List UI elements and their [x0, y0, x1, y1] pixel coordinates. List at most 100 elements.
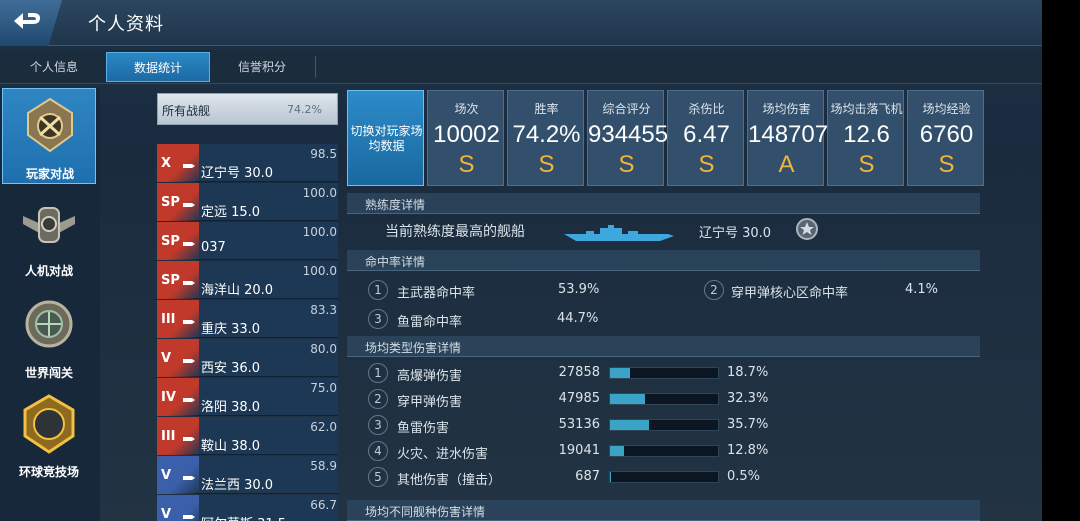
ship-list-item[interactable]: III 重庆 33.0 83.3: [157, 300, 338, 338]
hit-rate-value: 4.1%: [905, 282, 939, 297]
ship-type-icon: [183, 515, 195, 519]
arena-emblem-icon: [23, 394, 75, 454]
ship-list-item[interactable]: III 鞍山 38.0 62.0: [157, 417, 338, 455]
profile-screen: 个人资料 个人信息 数据统计 信誉积分 玩家对战 人机对战 世界闯关 环球竞技场…: [0, 0, 1042, 521]
ship-name: 定远 15.0: [201, 205, 261, 220]
stat-grade: S: [458, 151, 475, 178]
ship-tier: IV: [161, 390, 176, 405]
ship-list-item[interactable]: SP 海洋山 20.0 100.0: [157, 261, 338, 299]
stat-value: 10002: [433, 121, 500, 148]
proficiency-section-header: 熟练度详情: [347, 193, 980, 214]
index-badge: 4: [368, 441, 388, 461]
switch-stats-label: 切换对玩家场均数据: [350, 124, 423, 153]
damage-bar-fill: [610, 368, 630, 378]
index-badge: 5: [368, 467, 388, 487]
stat-label: 场均击落飞机: [830, 102, 903, 116]
stat-card: 杀伤比 6.47 S: [667, 90, 744, 186]
ship-type-icon: [183, 203, 195, 207]
ship-tier: SP: [161, 195, 180, 210]
tab-statistics[interactable]: 数据统计: [106, 52, 210, 82]
top-proficiency-ship: 辽宁号 30.0: [699, 226, 772, 241]
ship-list-item[interactable]: SP 定远 15.0 100.0: [157, 183, 338, 221]
switch-stats-button[interactable]: 切换对玩家场均数据: [347, 90, 424, 186]
ship-type-icon: [183, 398, 195, 402]
damage-bar-fill: [610, 472, 611, 482]
stat-value: 74.2%: [512, 121, 581, 148]
ship-list-item[interactable]: X 辽宁号 30.0 98.5: [157, 144, 338, 182]
ship-proficiency: 83.3: [310, 303, 337, 317]
mode-pve[interactable]: 人机对战: [2, 188, 96, 284]
tab-bar: 个人信息 数据统计 信誉积分: [0, 50, 1042, 84]
world-emblem-icon: [25, 300, 73, 348]
damage-bar: [609, 367, 719, 379]
ship-list-item[interactable]: V 阿尔莫斯 31.5 66.7: [157, 495, 338, 521]
mode-pvp[interactable]: 玩家对战: [2, 88, 96, 184]
ship-type-icon: [183, 476, 195, 480]
hit-rate-label: 穿甲弹核心区命中率: [731, 286, 849, 301]
ship-name: 法兰西 30.0: [201, 478, 274, 493]
stat-label: 场均伤害: [762, 102, 811, 116]
index-badge: 3: [368, 309, 388, 329]
index-badge: 1: [368, 363, 388, 383]
ship-proficiency: 75.0: [310, 381, 337, 395]
ship-tier: III: [161, 429, 176, 444]
pvp-emblem-icon: [27, 97, 73, 153]
ship-tier: V: [161, 351, 172, 366]
ship-tier: V: [161, 468, 172, 483]
hit-rate-value: 44.7%: [557, 311, 599, 326]
damage-pct: 32.3%: [727, 391, 769, 406]
ship-silhouette-icon: [564, 225, 674, 241]
all-ships-pct: 74.2%: [287, 103, 322, 116]
pve-emblem-icon: [23, 207, 75, 243]
damage-value: 47985: [558, 391, 600, 406]
stat-label: 杀伤比: [688, 102, 725, 116]
index-badge: 2: [704, 280, 724, 300]
ship-list-item[interactable]: IV 洛阳 38.0 75.0: [157, 378, 338, 416]
damage-type-section-header: 场均类型伤害详情: [347, 336, 980, 357]
header-bar: 个人资料: [0, 0, 1042, 46]
mode-label: 人机对战: [24, 264, 73, 278]
ship-type-icon: [183, 359, 195, 363]
mode-world-campaign[interactable]: 世界闯关: [2, 288, 96, 384]
damage-pct: 18.7%: [727, 365, 769, 380]
ship-name: 西安 36.0: [201, 361, 261, 376]
damage-type-label: 火灾、进水伤害: [397, 447, 489, 462]
ship-name: 阿尔莫斯 31.5: [201, 513, 286, 521]
stat-card: 综合评分 934455 S: [587, 90, 668, 186]
stat-label: 场次: [454, 102, 479, 116]
stat-grade: S: [698, 151, 715, 178]
stat-value: 6760: [919, 121, 974, 148]
damage-bar: [609, 471, 719, 483]
tab-personal-info[interactable]: 个人信息: [2, 52, 106, 82]
all-ships-header[interactable]: 所有战舰 74.2%: [157, 93, 338, 125]
hit-rate-label: 鱼雷命中率: [397, 315, 463, 330]
stat-grade: S: [938, 151, 955, 178]
all-ships-label: 所有战舰: [162, 104, 211, 118]
ship-tier: V: [161, 507, 172, 521]
hit-rate-value: 53.9%: [558, 282, 600, 297]
ship-tier: III: [161, 312, 176, 327]
ship-list-item[interactable]: SP 037 100.0: [157, 222, 338, 260]
tab-reputation[interactable]: 信誉积分: [210, 52, 314, 82]
ship-type-icon: [183, 242, 195, 246]
stat-label: 综合评分: [602, 102, 651, 116]
mode-global-arena[interactable]: 环球竞技场: [2, 388, 96, 484]
ship-type-icon: [183, 164, 195, 168]
stat-card: 场均伤害 148707 A: [747, 90, 828, 186]
section-title: 场均类型伤害详情: [365, 341, 462, 355]
damage-pct: 0.5%: [727, 469, 761, 484]
back-arrow-icon: [14, 13, 40, 29]
stat-card: 场次 10002 S: [427, 90, 504, 186]
ship-tier: SP: [161, 273, 180, 288]
ship-name: 辽宁号 30.0: [201, 166, 274, 181]
damage-bar-fill: [610, 446, 624, 456]
ship-proficiency: 100.0: [302, 264, 337, 278]
damage-value: 27858: [558, 365, 600, 380]
ship-list-item[interactable]: V 法兰西 30.0 58.9: [157, 456, 338, 494]
stat-grade: S: [858, 151, 875, 178]
ship-list-item[interactable]: V 西安 36.0 80.0: [157, 339, 338, 377]
back-button[interactable]: [0, 0, 62, 46]
ship-proficiency: 62.0: [310, 420, 337, 434]
hit-rate-label: 主武器命中率: [397, 286, 476, 301]
stat-card: 场均经验 6760 S: [907, 90, 984, 186]
